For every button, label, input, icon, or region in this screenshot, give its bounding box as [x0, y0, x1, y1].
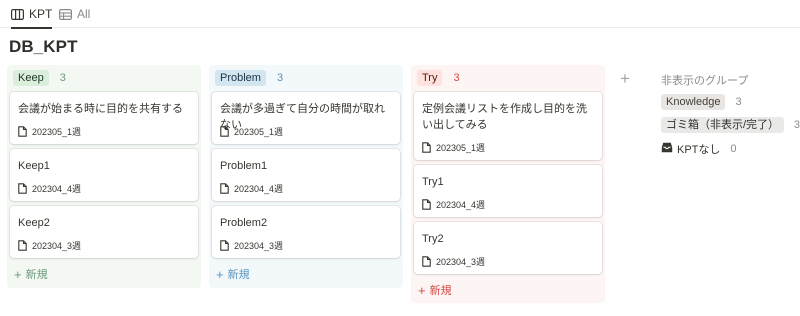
column-keep: Keep 3 会議が始まる時に目的を共有する 202305_1週 Keep1 2… — [7, 65, 201, 288]
new-label: 新規 — [429, 285, 452, 297]
card-title: Try2 — [422, 233, 444, 245]
new-card-button[interactable]: + 新規 — [418, 282, 452, 298]
card-title: Try1 — [422, 176, 444, 188]
kanban-card[interactable]: 会議が多過ぎて自分の時間が取れない 202305_1週 — [212, 92, 400, 144]
group-pill: Problem — [215, 70, 266, 86]
card-title: Problem1 — [220, 160, 268, 172]
column-problem: Problem 3 会議が多過ぎて自分の時間が取れない 202305_1週 Pr… — [209, 65, 403, 288]
card-week: 202305_1週 — [220, 125, 283, 138]
group-pill: Try — [417, 70, 443, 86]
week-label: 202304_3週 — [436, 257, 486, 267]
page-title: DB_KPT — [9, 37, 78, 56]
group-pill: Keep — [13, 70, 49, 86]
plus-icon: + — [620, 69, 630, 88]
group-count: 3 — [276, 72, 284, 84]
hidden-group-knowledge[interactable]: Knowledge 3 — [661, 94, 742, 110]
card-week: 202304_4週 — [220, 182, 283, 195]
document-icon — [422, 142, 431, 153]
group-count: 3 — [735, 96, 742, 108]
plus-icon: + — [216, 266, 224, 282]
document-icon — [220, 183, 229, 194]
hidden-groups-title: 非表示のグループ — [661, 75, 749, 87]
new-card-button[interactable]: + 新規 — [14, 266, 48, 282]
no-kpt-label: KPTなし — [661, 141, 720, 157]
table-icon — [59, 8, 72, 20]
kanban-card[interactable]: Try2 202304_3週 — [414, 222, 602, 274]
plus-icon: + — [418, 282, 426, 298]
view-tabs: KPT All — [0, 0, 800, 29]
new-label: 新規 — [25, 269, 48, 281]
tab-label: KPT — [29, 7, 53, 21]
group-count: 3 — [59, 72, 66, 84]
tab-label: All — [77, 7, 91, 21]
card-title: 会議が始まる時に目的を共有する — [18, 103, 183, 115]
card-title: Keep2 — [18, 217, 50, 229]
new-card-button[interactable]: + 新規 — [216, 266, 250, 282]
card-week: 202305_1週 — [422, 141, 485, 154]
week-label: 202304_3週 — [234, 241, 284, 251]
card-week: 202304_4週 — [18, 182, 81, 195]
document-icon — [18, 126, 27, 137]
week-label: 202304_3週 — [32, 241, 82, 251]
new-label: 新規 — [227, 269, 250, 281]
card-week: 202304_3週 — [18, 239, 81, 252]
document-icon — [18, 240, 27, 251]
card-week: 202304_3週 — [422, 255, 485, 268]
week-label: 202304_4週 — [436, 200, 486, 210]
document-icon — [220, 240, 229, 251]
card-title: Keep1 — [18, 160, 50, 172]
column-header[interactable]: Keep 3 — [13, 70, 66, 86]
kanban-card[interactable]: Problem1 202304_4週 — [212, 149, 400, 201]
hidden-group-no-kpt[interactable]: KPTなし 0 — [661, 141, 737, 157]
week-label: 202305_1週 — [436, 143, 486, 153]
group-pill: ゴミ箱（非表示/完了） — [661, 117, 784, 133]
board-icon — [11, 8, 24, 20]
column-header[interactable]: Try 3 — [417, 70, 460, 86]
no-kpt-text: KPTなし — [677, 144, 721, 156]
group-count: 0 — [730, 143, 737, 155]
card-title: Problem2 — [220, 217, 268, 229]
week-label: 202304_4週 — [234, 184, 284, 194]
tab-kpt[interactable]: KPT — [11, 0, 53, 29]
card-week: 202305_1週 — [18, 125, 81, 138]
group-count: 3 — [793, 119, 800, 131]
card-week: 202304_3週 — [220, 239, 283, 252]
document-icon — [422, 199, 431, 210]
hidden-group-trash[interactable]: ゴミ箱（非表示/完了） 3 — [661, 117, 800, 133]
add-group-button[interactable]: + — [614, 68, 636, 90]
group-pill: Knowledge — [661, 94, 726, 110]
column-try: Try 3 定例会議リストを作成し目的を洗い出してみる 202305_1週 Tr… — [411, 65, 605, 303]
group-count: 3 — [453, 72, 460, 84]
card-title: 定例会議リストを作成し目的を洗い出してみる — [422, 103, 587, 131]
kanban-card[interactable]: Keep1 202304_4週 — [10, 149, 198, 201]
column-header[interactable]: Problem 3 — [215, 70, 283, 86]
inbox-icon — [661, 142, 673, 156]
tab-all[interactable]: All — [59, 0, 90, 28]
week-label: 202305_1週 — [32, 127, 82, 137]
week-label: 202304_4週 — [32, 184, 82, 194]
kanban-card[interactable]: Problem2 202304_3週 — [212, 206, 400, 258]
kanban-card[interactable]: 定例会議リストを作成し目的を洗い出してみる 202305_1週 — [414, 92, 602, 160]
document-icon — [220, 126, 229, 137]
document-icon — [422, 256, 431, 267]
week-label: 202305_1週 — [234, 127, 284, 137]
plus-icon: + — [14, 266, 22, 282]
kanban-card[interactable]: Try1 202304_4週 — [414, 165, 602, 217]
document-icon — [18, 183, 27, 194]
kanban-card[interactable]: Keep2 202304_3週 — [10, 206, 198, 258]
kanban-card[interactable]: 会議が始まる時に目的を共有する 202305_1週 — [10, 92, 198, 144]
card-week: 202304_4週 — [422, 198, 485, 211]
